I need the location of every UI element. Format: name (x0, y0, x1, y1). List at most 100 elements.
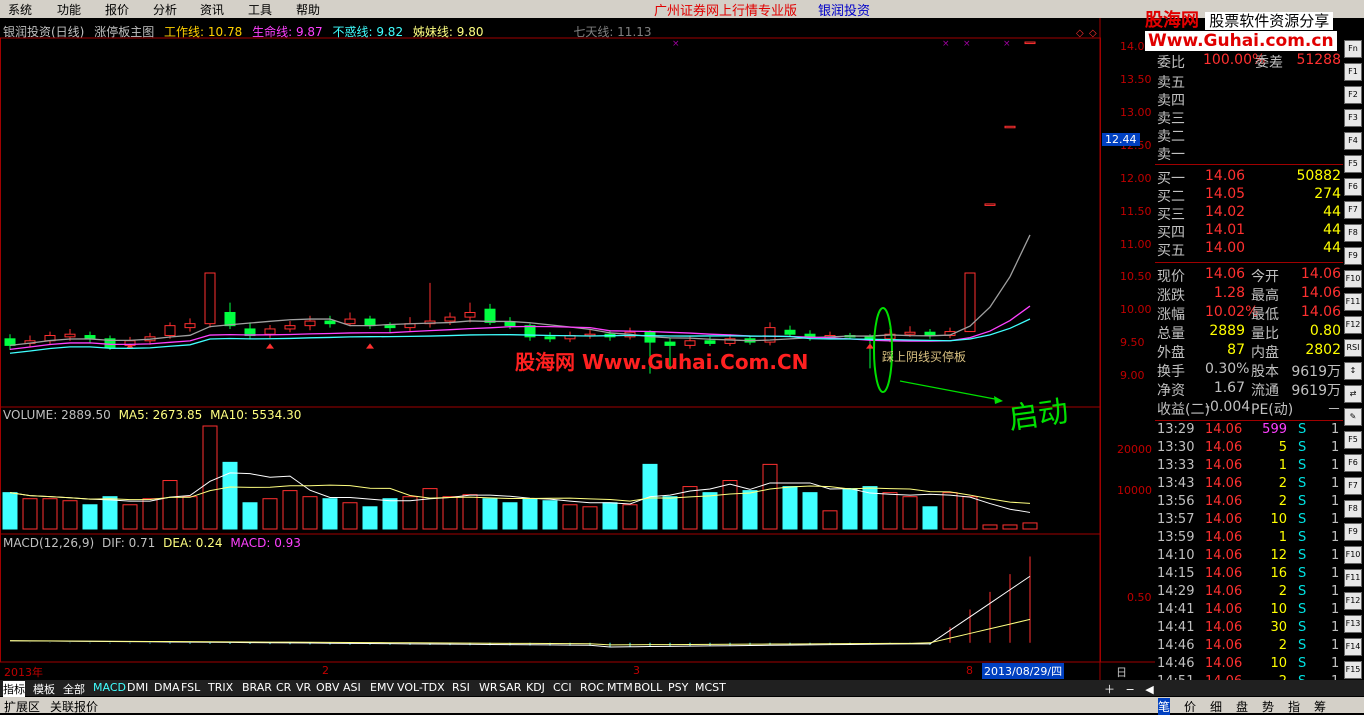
toolbar-button[interactable]: F4 (1344, 132, 1362, 150)
quote-panel: 委比 100.00% 委差 51288 卖五 卖四 卖三 卖二 卖一 买一 14.… (1155, 40, 1343, 700)
handwriting-annotation: 启动 (1006, 393, 1071, 437)
toolbar-button[interactable]: F6 (1344, 454, 1362, 472)
toolbar-button[interactable]: F15 (1344, 661, 1362, 679)
toolbar-button[interactable]: F1 (1344, 63, 1362, 81)
side-tab[interactable]: 细 (1210, 698, 1222, 715)
menu-news[interactable]: 资讯 (200, 1, 224, 18)
related-quote-button[interactable]: 关联报价 (50, 698, 98, 715)
toolbar-button[interactable]: F5 (1344, 155, 1362, 173)
tick-row: 14:46 14.06 10 S 1 (1157, 656, 1340, 671)
indicator-tab[interactable]: KDJ (526, 681, 545, 694)
annotation-text: 踩上阴线买停板 (882, 350, 967, 364)
expand-area-button[interactable]: 扩展区 (4, 698, 40, 715)
toolbar-button[interactable]: F10 (1344, 546, 1362, 564)
stat-row: 净资 1.67 流通 9619万 (1157, 380, 1341, 399)
toolbar-button[interactable]: F5 (1344, 431, 1362, 449)
side-tab[interactable]: 盘 (1236, 698, 1248, 715)
indicator-tab[interactable]: 模板 (33, 681, 55, 697)
indicator-tab[interactable]: 指标 (3, 681, 25, 697)
svg-text:◇: ◇ (1076, 28, 1084, 39)
indicator-tab[interactable]: BOLL (634, 681, 662, 694)
date-axis: 2013年 2 3 8 2013/08/29/四 日线 (0, 663, 1127, 695)
site-logo: 股海网 股票软件资源分享 (1145, 6, 1334, 32)
indicator-tab[interactable]: TRIX (208, 681, 233, 694)
current-price-tag: 12.44 (1102, 133, 1140, 146)
menu-function[interactable]: 功能 (57, 1, 81, 18)
side-tab[interactable]: 指 (1288, 698, 1300, 715)
indicator-tab[interactable]: VR (296, 681, 311, 694)
menu-analysis[interactable]: 分析 (153, 1, 177, 18)
tick-row: 13:29 14.06 599 S 1 (1157, 422, 1340, 437)
volume-title: VOLUME: 2889.50 MA5: 2673.85 MA10: 5534.… (3, 408, 302, 422)
indicator-tab[interactable]: BRAR (242, 681, 272, 694)
toolbar-button[interactable]: Fn (1344, 40, 1362, 58)
indicator-tab[interactable]: OBV (316, 681, 339, 694)
toolbar-button[interactable]: F3 (1344, 109, 1362, 127)
indicator-tab[interactable]: CCI (553, 681, 572, 694)
macd-title: MACD(12,26,9) DIF: 0.71 DEA: 0.24 MACD: … (3, 536, 301, 550)
indicator-tab[interactable]: 全部 (63, 681, 85, 697)
indicator-tab[interactable]: FSL (181, 681, 200, 694)
toolbar-button[interactable]: ✎ (1344, 408, 1362, 426)
side-tab[interactable]: 势 (1262, 698, 1274, 715)
tick-row: 13:33 14.06 1 S 1 (1157, 458, 1340, 473)
bid-row: 买二 14.05 274 (1157, 186, 1341, 205)
toolbar-button[interactable]: F10 (1344, 270, 1362, 288)
side-tab[interactable]: 价 (1184, 698, 1196, 715)
indicator-tab-bar: 指标 模板 全部 MACD DMI DMA FSL TRIX BRAR CR VR OBV ASI EMV… (0, 680, 1364, 697)
indicator-tab[interactable]: CR (276, 681, 291, 694)
indicator-tab[interactable]: ASI (343, 681, 361, 694)
stock-name-header: 银润投资 (818, 4, 871, 19)
toolbar-button[interactable]: F11 (1344, 569, 1362, 587)
stat-row: 收益(二) -0.004 PE(动) － (1157, 399, 1341, 418)
side-tab[interactable]: 筹 (1314, 698, 1326, 715)
menu-tools[interactable]: 工具 (248, 1, 272, 18)
svg-text:×: × (672, 39, 680, 49)
indicator-tab[interactable]: VOL-TDX (397, 681, 445, 694)
toolbar-button[interactable]: F14 (1344, 638, 1362, 656)
toolbar-button[interactable]: F8 (1344, 224, 1362, 242)
menu-help[interactable]: 帮助 (296, 1, 320, 18)
menu-quote[interactable]: 报价 (105, 1, 129, 18)
zoom-controls[interactable]: ＋ − ◀ (1104, 681, 1154, 697)
indicator-tab[interactable]: EMV (370, 681, 394, 694)
volume-bars (2, 425, 1038, 530)
side-tab[interactable]: 笔 (1158, 698, 1171, 715)
stat-row: 现价 14.06 今开 14.06 (1157, 266, 1341, 285)
toolbar-button[interactable]: F7 (1344, 201, 1362, 219)
toolbar-button[interactable]: F6 (1344, 178, 1362, 196)
candlestick-series (4, 41, 1036, 374)
broker-name: 广州证券网上行情专业版 (654, 4, 798, 19)
indicator-tab[interactable]: WR (479, 681, 498, 694)
indicator-tab[interactable]: MACD (93, 681, 126, 694)
toolbar-button[interactable]: F7 (1344, 477, 1362, 495)
menu-system[interactable]: 系统 (8, 1, 32, 18)
toolbar-button[interactable]: F13 (1344, 615, 1362, 633)
toolbar-button[interactable]: F9 (1344, 523, 1362, 541)
svg-text:×: × (1003, 39, 1011, 49)
indicator-tab[interactable]: RSI (452, 681, 470, 694)
toolbar-button[interactable]: RSI (1344, 339, 1362, 357)
indicator-tab[interactable]: DMI (127, 681, 148, 694)
toolbar-button[interactable]: F12 (1344, 316, 1362, 334)
indicator-tab[interactable]: ROC (580, 681, 604, 694)
bid-row: 买五 14.00 44 (1157, 240, 1341, 259)
toolbar-button[interactable]: ↕ (1344, 362, 1362, 380)
macd-series (9, 556, 1031, 648)
stat-row: 涨幅 10.02% 最低 14.06 (1157, 304, 1341, 323)
order-ratio-row: 委比 100.00% 委差 51288 (1157, 52, 1341, 71)
toolbar-button[interactable]: F2 (1344, 86, 1362, 104)
toolbar-button[interactable]: F8 (1344, 500, 1362, 518)
indicator-tab[interactable]: SAR (499, 681, 521, 694)
toolbar-button[interactable]: F11 (1344, 293, 1362, 311)
indicator-tab[interactable]: PSY (668, 681, 688, 694)
indicator-tab[interactable]: DMA (154, 681, 180, 694)
tick-row: 14:41 14.06 30 S 1 (1157, 620, 1340, 635)
status-bar: 扩展区 关联报价 笔价细盘势指筹 (0, 697, 1364, 715)
toolbar-button[interactable]: ⇄ (1344, 385, 1362, 403)
toolbar-button[interactable]: F9 (1344, 247, 1362, 265)
indicator-tab[interactable]: MTM (607, 681, 633, 694)
bid-row: 买一 14.06 50882 (1157, 168, 1341, 187)
toolbar-button[interactable]: F12 (1344, 592, 1362, 610)
indicator-tab[interactable]: MCST (695, 681, 726, 694)
